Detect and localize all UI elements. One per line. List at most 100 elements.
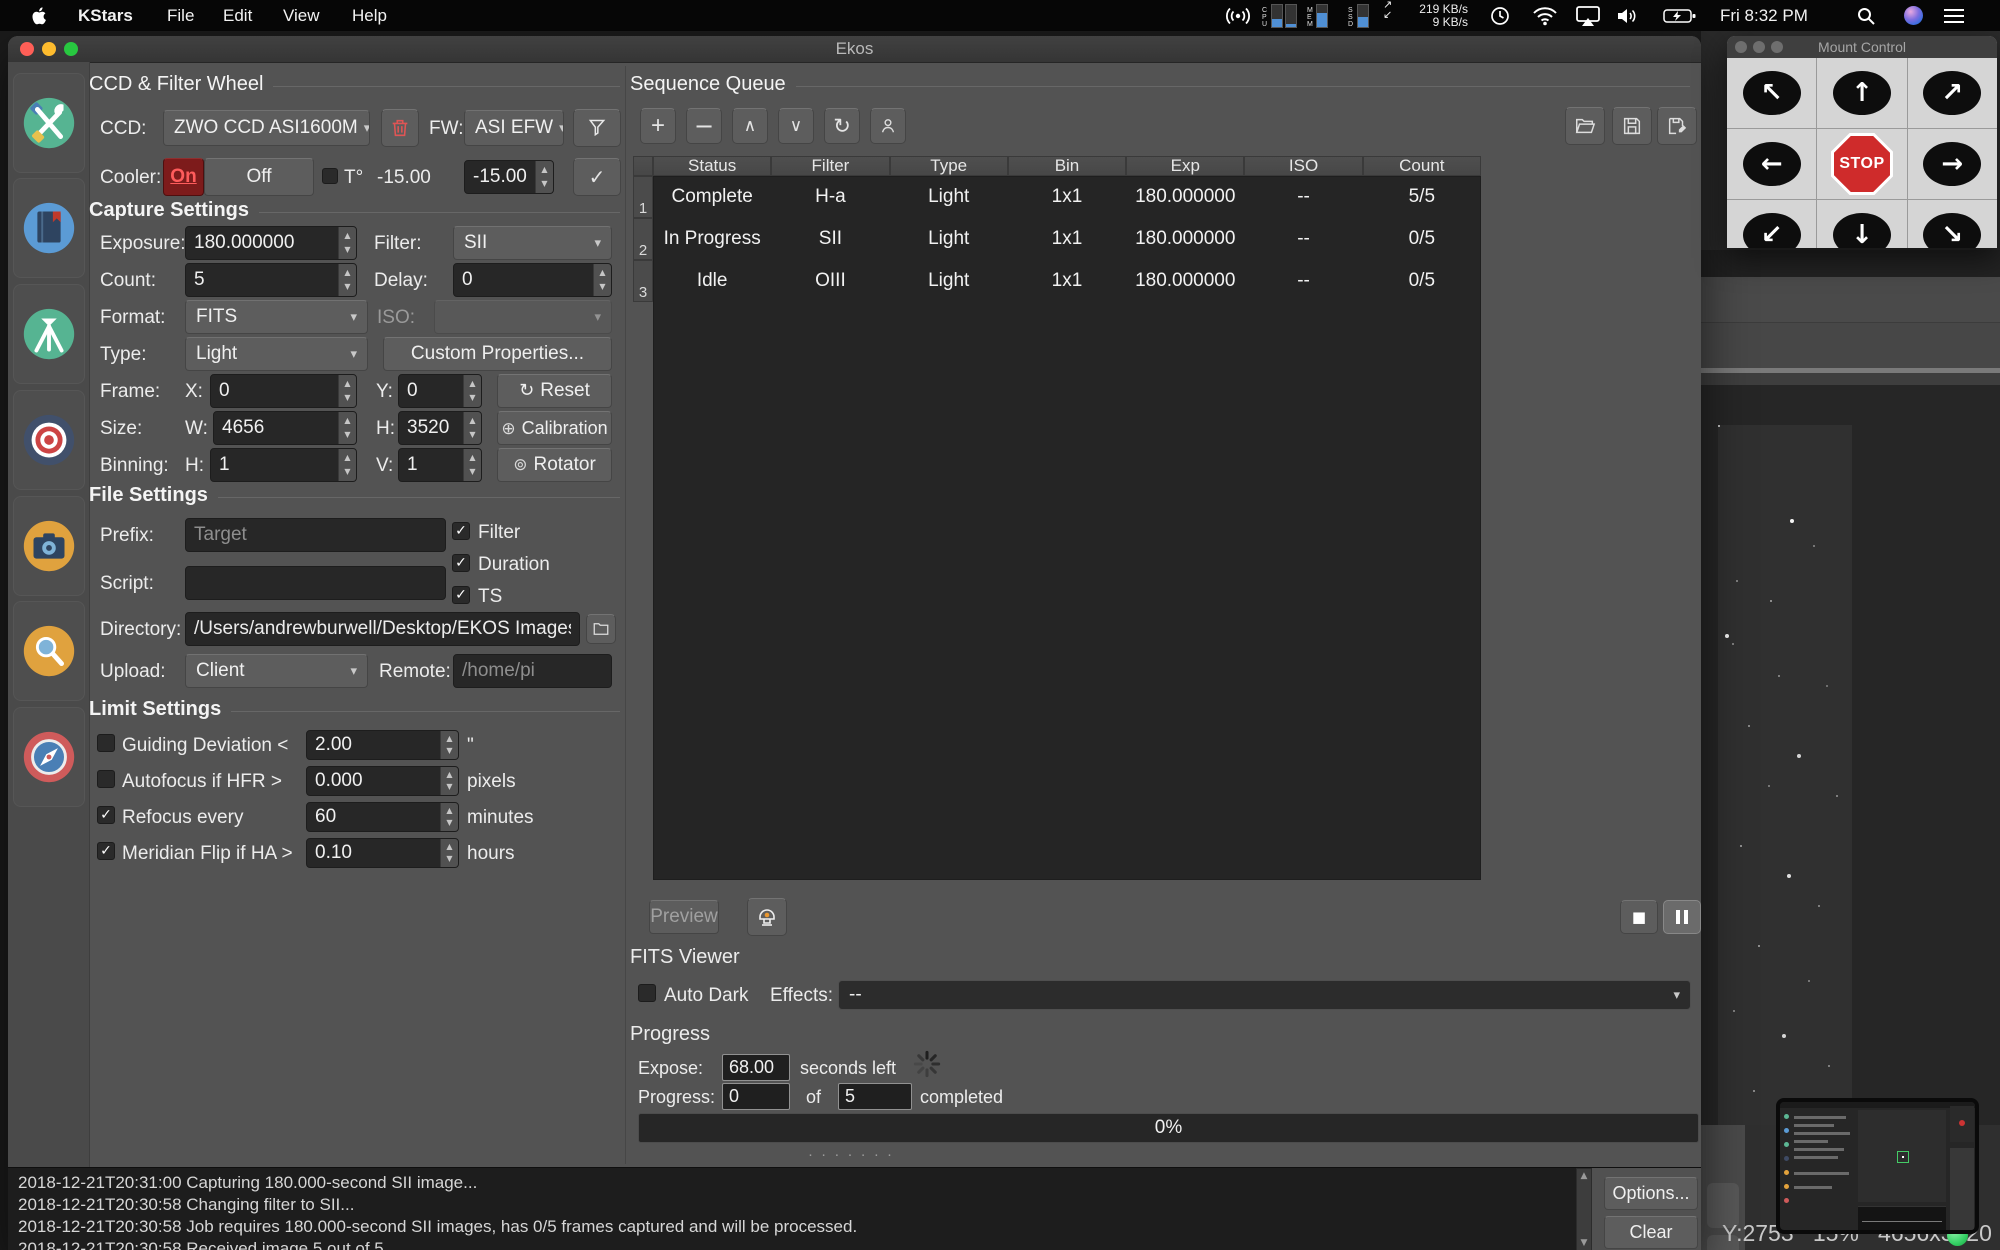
prefix-input[interactable] <box>185 518 446 552</box>
scroll-down-icon[interactable]: ▼ <box>1577 1238 1591 1248</box>
menu-file[interactable]: File <box>167 0 194 31</box>
broadcast-icon[interactable] <box>1222 0 1254 31</box>
stop-sequence-button[interactable] <box>1620 900 1658 934</box>
mount-titlebar[interactable]: Mount Control <box>1727 36 1997 59</box>
size-w-spinbox[interactable]: 4656 <box>213 411 357 445</box>
progress-total-field[interactable]: 5 <box>838 1083 912 1110</box>
progress-done-field[interactable]: 0 <box>722 1083 790 1110</box>
ts-checkbox[interactable] <box>452 586 470 604</box>
expose-remaining-field[interactable]: 68.00 <box>722 1054 790 1081</box>
col-filter[interactable]: Filter <box>771 156 890 176</box>
mem-meter[interactable]: MEM <box>1307 4 1328 28</box>
custom-properties-button[interactable]: Custom Properties... <box>383 337 612 371</box>
exposure-spinbox[interactable]: 180.000000 <box>185 226 357 260</box>
row-3-number[interactable]: 3 <box>633 260 653 302</box>
open-sequence-button[interactable] <box>1565 107 1605 145</box>
tab-guide[interactable] <box>13 707 85 807</box>
calibration-button[interactable]: Calibration <box>497 411 612 445</box>
apple-menu[interactable] <box>32 0 49 31</box>
browse-directory-button[interactable] <box>586 614 616 644</box>
panel-splitter[interactable] <box>625 66 626 1164</box>
script-input[interactable] <box>185 566 446 600</box>
move-job-down-button[interactable] <box>778 108 814 144</box>
network-rates[interactable]: 219 KB/s 9 KB/s <box>1404 0 1468 31</box>
tab-focus[interactable] <box>13 601 85 701</box>
col-iso[interactable]: ISO <box>1244 156 1363 176</box>
tab-setup[interactable] <box>13 73 85 173</box>
log-scrollbar[interactable]: ▲ ▼ <box>1576 1168 1592 1250</box>
set-temperature-button[interactable] <box>573 158 621 196</box>
meridian-flip-checkbox[interactable] <box>97 842 115 860</box>
live-video-button[interactable] <box>747 898 787 936</box>
tab-mount[interactable] <box>13 284 85 384</box>
guiding-deviation-spinbox[interactable]: 2.00 <box>306 730 459 760</box>
table-row[interactable]: Idle OIII Light 1x1 180.000000 -- 0/5 <box>653 260 1481 302</box>
binning-v-spinbox[interactable]: 1 <box>398 448 482 482</box>
menu-clock[interactable]: Fri 8:32 PM <box>1720 0 1808 31</box>
autofocus-hfr-spinbox[interactable]: 0.000 <box>306 766 459 796</box>
delay-spinbox[interactable]: 0 <box>453 263 612 297</box>
refocus-every-checkbox[interactable] <box>97 806 115 824</box>
filter-select[interactable]: SII <box>453 226 612 260</box>
menu-help[interactable]: Help <box>352 0 387 31</box>
battery-icon[interactable] <box>1663 0 1697 31</box>
duration-checkbox[interactable] <box>452 554 470 572</box>
mount-stop-button[interactable]: STOP <box>1817 129 1907 199</box>
size-h-spinbox[interactable]: 3520 <box>398 411 482 445</box>
auto-dark-checkbox[interactable] <box>638 984 656 1002</box>
upload-select[interactable]: Client <box>185 654 368 688</box>
format-select[interactable]: FITS <box>185 300 368 334</box>
notification-list-icon[interactable] <box>1943 0 1965 31</box>
save-sequence-button[interactable] <box>1612 107 1652 145</box>
cooler-off-button[interactable]: Off <box>204 158 314 196</box>
siri-icon[interactable] <box>1904 0 1923 31</box>
remove-job-button[interactable] <box>686 108 722 144</box>
filter-checkbox[interactable] <box>452 522 470 540</box>
tab-capture[interactable] <box>13 496 85 596</box>
mount-se-button[interactable] <box>1907 200 1997 248</box>
tab-scheduler[interactable] <box>13 178 85 278</box>
filter-wheel-select[interactable]: ASI EFW <box>464 110 564 146</box>
reset-jobs-button[interactable] <box>824 108 860 144</box>
mount-ne-button[interactable] <box>1907 58 1997 128</box>
binning-h-spinbox[interactable]: 1 <box>210 448 357 482</box>
add-job-button[interactable] <box>640 108 676 144</box>
menu-app-name[interactable]: KStars <box>78 0 133 31</box>
pause-sequence-button[interactable] <box>1663 900 1701 934</box>
meridian-flip-spinbox[interactable]: 0.10 <box>306 838 459 868</box>
ssd-meter[interactable]: SSD <box>1348 4 1369 28</box>
temperature-checkbox[interactable] <box>322 168 338 184</box>
mount-nw-button[interactable] <box>1727 58 1817 128</box>
screen-preview-window[interactable] <box>1776 1098 1979 1234</box>
save-sequence-as-button[interactable] <box>1657 107 1697 145</box>
mount-north-button[interactable] <box>1817 58 1907 128</box>
cooler-on-button[interactable]: On <box>163 158 204 196</box>
mount-east-button[interactable] <box>1907 129 1997 199</box>
mount-west-button[interactable] <box>1727 129 1817 199</box>
tab-align[interactable] <box>13 390 85 490</box>
count-spinbox[interactable]: 5 <box>185 263 357 297</box>
remote-input[interactable] <box>453 654 612 688</box>
row-2-number[interactable]: 2 <box>633 218 653 260</box>
preview-button[interactable]: Preview <box>649 900 719 934</box>
col-bin[interactable]: Bin <box>1007 156 1127 176</box>
guiding-deviation-checkbox[interactable] <box>97 734 115 752</box>
row-1-number[interactable]: 1 <box>633 176 653 218</box>
directory-input[interactable] <box>185 612 580 646</box>
col-status[interactable]: Status <box>653 156 772 176</box>
options-button[interactable]: Options... <box>1604 1177 1698 1210</box>
frame-y-spinbox[interactable]: 0 <box>398 374 482 408</box>
menu-edit[interactable]: Edit <box>223 0 252 31</box>
clear-button[interactable]: Clear <box>1604 1216 1698 1249</box>
move-job-up-button[interactable] <box>732 108 768 144</box>
volume-icon[interactable] <box>1616 0 1638 31</box>
rotator-button[interactable]: Rotator <box>497 448 612 482</box>
col-count[interactable]: Count <box>1362 156 1481 176</box>
time-machine-icon[interactable] <box>1489 0 1511 31</box>
ccd-select[interactable]: ZWO CCD ASI1600M <box>163 110 370 146</box>
reset-frame-button[interactable]: Reset <box>497 374 612 408</box>
refocus-every-spinbox[interactable]: 60 <box>306 802 459 832</box>
frame-x-spinbox[interactable]: 0 <box>210 374 357 408</box>
table-row[interactable]: In Progress SII Light 1x1 180.000000 -- … <box>653 218 1481 260</box>
network-arrows-icon[interactable]: ↗ ↙ <box>1383 0 1392 31</box>
